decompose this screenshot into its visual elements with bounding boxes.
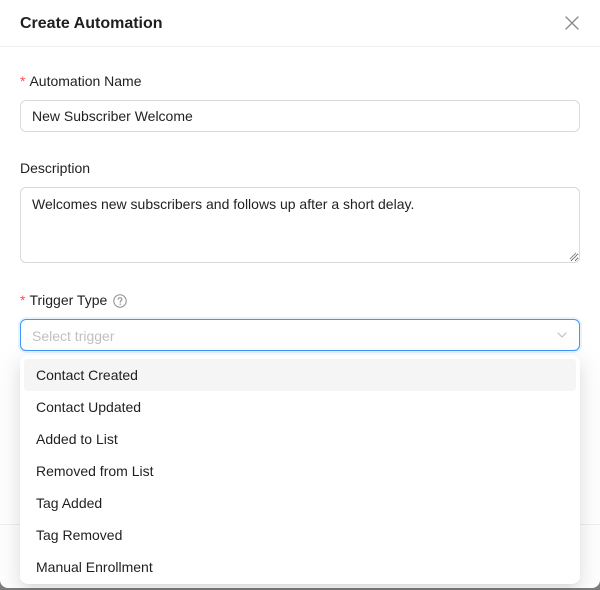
resize-grip-icon[interactable]	[569, 252, 577, 260]
dropdown-option-tag-added[interactable]: Tag Added	[24, 487, 576, 519]
chevron-down-icon	[557, 332, 567, 338]
question-circle-icon[interactable]	[113, 294, 127, 308]
dialog-title: Create Automation	[20, 15, 163, 32]
dropdown-option-removed-from-list[interactable]: Removed from List	[24, 455, 576, 487]
dropdown-option-tag-removed[interactable]: Tag Removed	[24, 519, 576, 551]
automation-name-label: * Automation Name	[20, 71, 142, 91]
dialog-header: Create Automation	[0, 0, 600, 47]
trigger-type-select[interactable]: Select trigger	[20, 319, 580, 351]
automation-name-input[interactable]	[20, 100, 580, 132]
dropdown-option-manual-enrollment[interactable]: Manual Enrollment	[24, 551, 576, 583]
trigger-type-label: * Trigger Type	[20, 290, 127, 310]
dropdown-option-contact-updated[interactable]: Contact Updated	[24, 391, 576, 423]
close-button[interactable]	[561, 12, 583, 34]
trigger-select-placeholder: Select trigger	[32, 328, 115, 344]
required-indicator: *	[20, 73, 26, 89]
create-automation-dialog: Create Automation *Automation Name Descr…	[0, 0, 600, 588]
description-label: Description	[20, 160, 91, 176]
dropdown-option-contact-created[interactable]: Contact Created	[24, 359, 576, 391]
close-icon	[565, 16, 579, 30]
dropdown-option-added-to-list[interactable]: Added to List	[24, 423, 576, 455]
required-indicator: *	[20, 292, 26, 308]
trigger-type-label-text: Trigger Type	[29, 292, 108, 308]
description-wrapper: Welcomes new subscribers and follows up …	[0, 187, 600, 263]
trigger-dropdown-menu: Contact Created Contact Updated Added to…	[20, 355, 580, 584]
description-textarea[interactable]: Welcomes new subscribers and follows up …	[20, 187, 580, 263]
automation-name-label-text: Automation Name	[29, 73, 142, 89]
